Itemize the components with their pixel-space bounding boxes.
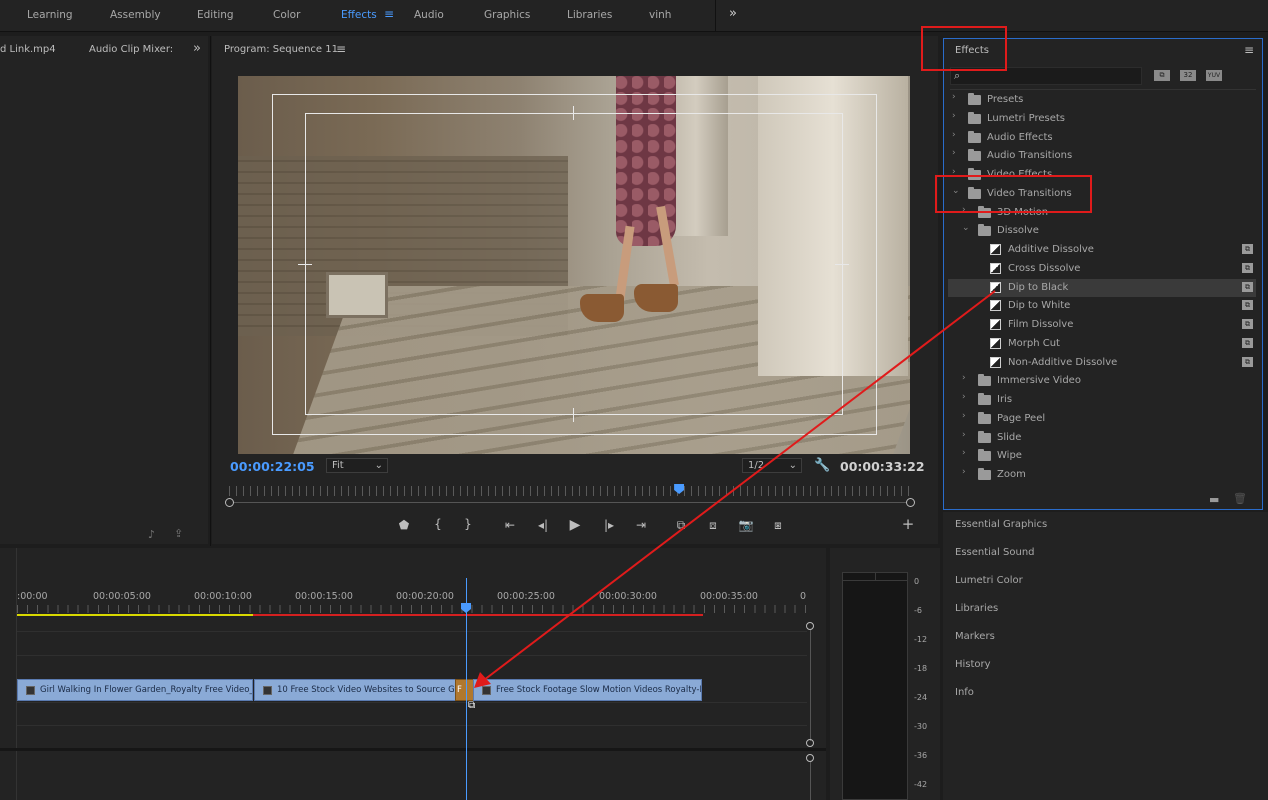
annotation-arrow	[474, 290, 996, 688]
